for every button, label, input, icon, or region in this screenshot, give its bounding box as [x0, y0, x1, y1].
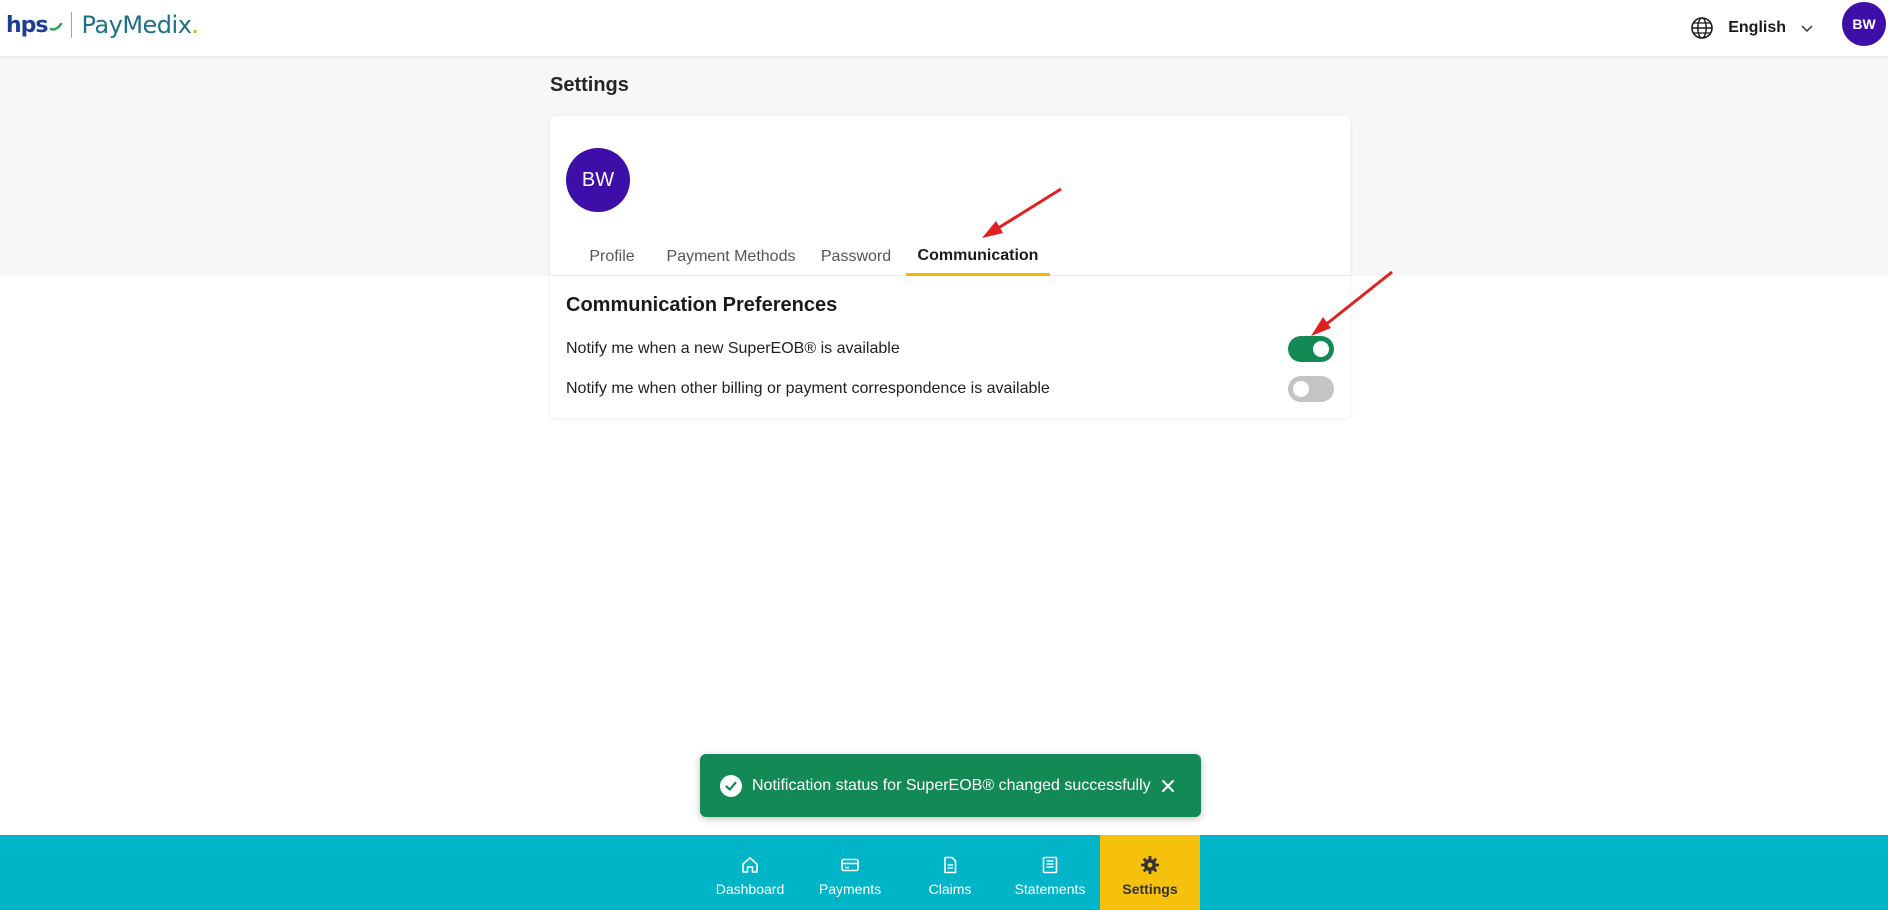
billing-notification-toggle[interactable]: [1288, 376, 1334, 402]
paymedix-logo[interactable]: hps PayMedix.: [6, 10, 199, 40]
tab-password[interactable]: Password: [812, 238, 900, 276]
user-avatar[interactable]: BW: [1842, 2, 1886, 46]
paymedix-text: PayMedix: [81, 11, 192, 39]
tab-communication[interactable]: Communication: [906, 238, 1050, 276]
toast-message: Notification status for SuperEOB® change…: [752, 776, 1151, 794]
hps-logo-text: hps: [6, 13, 63, 38]
pref-label-supereob: Notify me when a new SuperEOB® is availa…: [566, 340, 900, 357]
nav-statements-label: Statements: [1014, 880, 1086, 897]
success-toast: Notification status for SuperEOB® change…: [700, 754, 1201, 817]
nav-claims-label: Claims: [928, 880, 972, 897]
nav-claims[interactable]: Claims: [900, 835, 1000, 910]
nav-dashboard[interactable]: Dashboard: [700, 835, 800, 910]
settings-card: BW Profile Payment Methods Password Comm…: [550, 116, 1350, 418]
paymedix-logo-text: PayMedix.: [81, 11, 200, 39]
nav-dashboard-label: Dashboard: [715, 880, 785, 897]
document-icon: [940, 855, 960, 875]
profile-avatar: BW: [566, 148, 630, 212]
close-icon: [1162, 779, 1174, 792]
top-bar: hps PayMedix. English BW: [0, 0, 1888, 56]
pref-row-billing: Notify me when other billing or payment …: [566, 375, 1334, 403]
language-selector[interactable]: English: [1690, 12, 1814, 44]
home-icon: [740, 855, 760, 875]
hps-text: hps: [6, 12, 49, 38]
logo-divider: [70, 12, 72, 38]
nav-payments-label: Payments: [818, 880, 882, 897]
pref-label-billing: Notify me when other billing or payment …: [566, 380, 1050, 397]
communication-preferences-title: Communication Preferences: [566, 294, 838, 316]
paymedix-dot: .: [191, 11, 199, 39]
page-title: Settings: [550, 74, 629, 96]
card-icon: [840, 855, 860, 875]
globe-icon: [1691, 17, 1714, 39]
nav-statements[interactable]: Statements: [1000, 835, 1100, 910]
hps-swirl-icon: [49, 22, 62, 31]
language-label: English: [1728, 19, 1786, 36]
tab-profile[interactable]: Profile: [574, 238, 650, 276]
supereob-notification-toggle[interactable]: [1288, 336, 1334, 362]
statement-icon: [1040, 855, 1060, 875]
toggle-knob: [1293, 381, 1309, 397]
user-avatar-initials: BW: [1852, 16, 1876, 32]
bottom-navigation: Dashboard Payments Claims Statements Set…: [0, 835, 1888, 910]
pref-row-supereob: Notify me when a new SuperEOB® is availa…: [566, 335, 1334, 363]
nav-settings-label: Settings: [1122, 880, 1178, 897]
chevron-down-icon: [1801, 25, 1813, 33]
profile-avatar-initials: BW: [581, 168, 615, 191]
toast-close-button[interactable]: [1157, 775, 1179, 797]
check-circle-icon: [720, 774, 742, 797]
nav-payments[interactable]: Payments: [800, 835, 900, 910]
gear-icon: [1140, 855, 1160, 875]
nav-settings[interactable]: Settings: [1100, 835, 1200, 910]
tab-payment-methods[interactable]: Payment Methods: [662, 238, 800, 276]
toggle-knob: [1313, 341, 1329, 357]
settings-tabs: Profile Payment Methods Password Communi…: [550, 238, 1350, 276]
